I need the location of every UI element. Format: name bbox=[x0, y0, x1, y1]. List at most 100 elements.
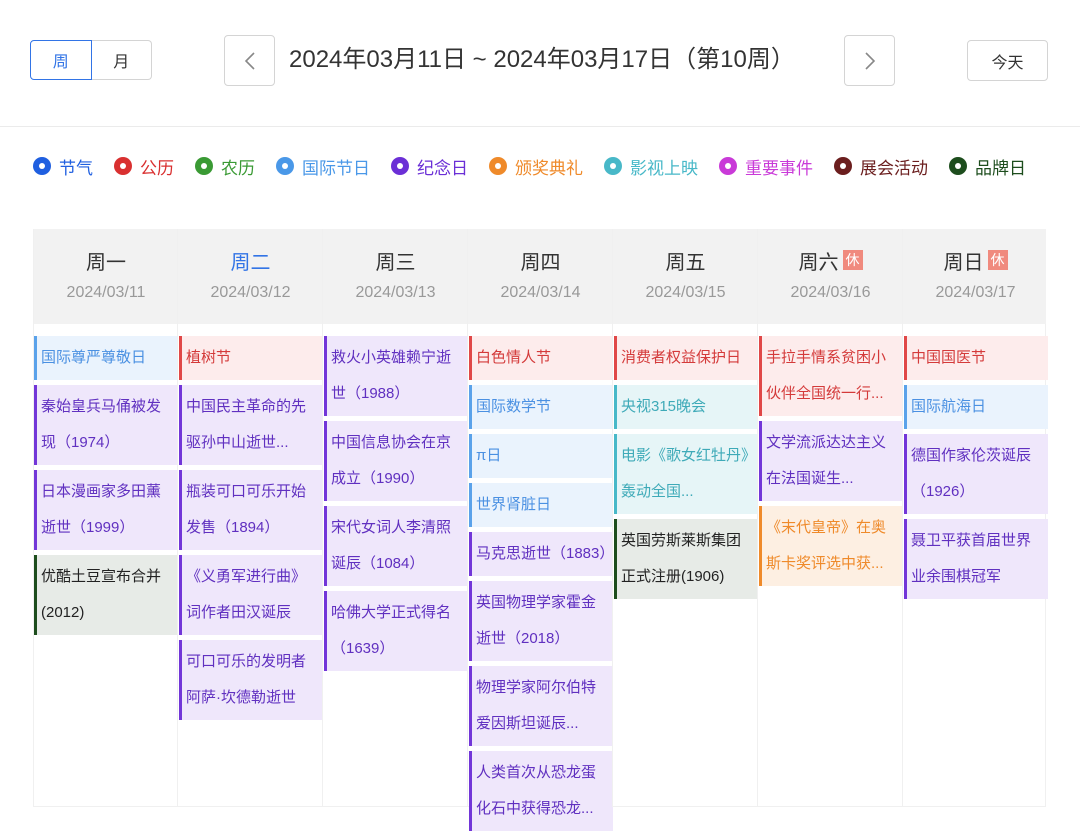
day-name-label: 周日 bbox=[943, 251, 984, 274]
calendar-event[interactable]: 中国民主革命的先驱孙中山逝世... bbox=[179, 385, 323, 465]
legend-item[interactable]: 影视上映 bbox=[604, 155, 698, 178]
calendar-event[interactable]: 聂卫平获首届世界业余围棋冠军 bbox=[904, 519, 1048, 599]
event-label: 电影《歌女红牡丹》轰动全国... bbox=[621, 447, 749, 500]
day-name: 周六休 bbox=[758, 247, 903, 274]
event-label: 聂卫平获首届世界业余围棋冠军 bbox=[911, 532, 1032, 585]
event-label: 文学流派达达主义在法国诞生... bbox=[766, 434, 887, 487]
legend-label: 节气 bbox=[59, 158, 93, 178]
day-name: 周四 bbox=[468, 247, 613, 274]
calendar-event[interactable]: 物理学家阿尔伯特爱因斯坦诞辰... bbox=[469, 666, 613, 746]
event-label: 人类首次从恐龙蛋化石中获得恐龙... bbox=[476, 764, 597, 817]
calendar-event[interactable]: 植树节 bbox=[179, 336, 323, 380]
day-name-label: 周五 bbox=[665, 251, 706, 274]
legend-item[interactable]: 国际节日 bbox=[276, 155, 370, 178]
calendar-event[interactable]: 日本漫画家多田薰逝世（1999） bbox=[34, 470, 178, 550]
event-list: 国际尊严尊敬日秦始皇兵马俑被发现（1974） 日本漫画家多田薰逝世（1999） 优酷… bbox=[34, 336, 178, 640]
event-label: 消费者权益保护日 bbox=[621, 349, 742, 366]
event-label: 手拉手情系贫困小伙伴全国统一行... bbox=[766, 349, 887, 402]
event-label: 植树节 bbox=[186, 349, 232, 366]
calendar-event[interactable]: 秦始皇兵马俑被发现（1974） bbox=[34, 385, 178, 465]
legend-item[interactable]: 纪念日 bbox=[391, 155, 468, 178]
calendar-event[interactable]: 国际数学节 bbox=[469, 385, 613, 429]
day-header: 周日休 2024/03/17 bbox=[903, 229, 1048, 324]
day-name: 周一 bbox=[34, 247, 178, 274]
day-header: 周五 2024/03/15 bbox=[613, 229, 758, 324]
chevron-right-icon bbox=[864, 51, 875, 70]
chevron-left-icon bbox=[244, 51, 255, 70]
calendar-event[interactable]: 人类首次从恐龙蛋化石中获得恐龙... bbox=[469, 751, 613, 831]
event-label: π日 bbox=[476, 447, 502, 464]
day-date: 2024/03/11 bbox=[66, 284, 146, 301]
event-label: 宋代女词人李清照诞辰（1084） bbox=[331, 519, 452, 572]
event-list: 消费者权益保护日 央视315晚会电影《歌女红牡丹》轰动全国... 英国劳斯莱斯集团正… bbox=[614, 336, 758, 604]
prev-week-button[interactable] bbox=[224, 35, 275, 86]
calendar-event[interactable]: 《末代皇帝》在奥斯卡奖评选中获... bbox=[759, 506, 903, 586]
calendar-event[interactable]: 国际尊严尊敬日 bbox=[34, 336, 178, 380]
event-label: 《末代皇帝》在奥斯卡奖评选中获... bbox=[766, 519, 887, 572]
rest-day-badge: 休 bbox=[842, 250, 863, 270]
legend-item[interactable]: 展会活动 bbox=[834, 155, 928, 178]
calendar-event[interactable]: 央视315晚会 bbox=[614, 385, 758, 429]
event-label: 《义勇军进行曲》词作者田汉诞辰 bbox=[186, 568, 307, 621]
calendar-event[interactable]: 中国信息协会在京成立（1990） bbox=[324, 421, 468, 501]
event-list: 白色情人节国际数学节 π日世界肾脏日马克思逝世（1883） 英国物理学家霍金逝世（2… bbox=[469, 336, 613, 836]
calendar-event[interactable]: 国际航海日 bbox=[904, 385, 1048, 429]
legend-label: 公历 bbox=[140, 158, 174, 178]
legend-item[interactable]: 公历 bbox=[114, 155, 174, 178]
legend-item[interactable]: 农历 bbox=[195, 155, 255, 178]
calendar-event[interactable]: 中国国医节 bbox=[904, 336, 1048, 380]
month-view-button[interactable]: 月 bbox=[91, 40, 152, 80]
rest-day-badge: 休 bbox=[987, 250, 1008, 270]
week-view-button[interactable]: 周 bbox=[30, 40, 92, 80]
calendar-event[interactable]: 英国劳斯莱斯集团正式注册(1906) bbox=[614, 519, 758, 599]
day-column: 周二 2024/03/12 植树节 中国民主革命的先驱孙中山逝世... 瓶装可口可乐开始… bbox=[177, 229, 323, 807]
legend-label: 国际节日 bbox=[302, 158, 370, 178]
calendar-event[interactable]: 救火小英雄赖宁逝世（1988） bbox=[324, 336, 468, 416]
event-label: 优酷土豆宣布合并(2012) bbox=[41, 568, 162, 621]
calendar-event[interactable]: π日 bbox=[469, 434, 613, 478]
legend-label: 品牌日 bbox=[975, 158, 1026, 178]
calendar-event[interactable]: 德国作家伦茨诞辰（1926） bbox=[904, 434, 1048, 514]
day-name-label: 周四 bbox=[520, 251, 561, 274]
calendar-event[interactable]: 可口可乐的发明者阿萨·坎德勒逝世 bbox=[179, 640, 323, 720]
day-column: 周三 2024/03/13 救火小英雄赖宁逝世（1988） 中国信息协会在京成立（19… bbox=[322, 229, 468, 807]
legend-dot-icon bbox=[489, 157, 507, 175]
day-header: 周六休 2024/03/16 bbox=[758, 229, 903, 324]
event-label: 马克思逝世（1883） bbox=[476, 545, 613, 562]
calendar-event[interactable]: 文学流派达达主义在法国诞生... bbox=[759, 421, 903, 501]
today-button[interactable]: 今天 bbox=[967, 40, 1048, 81]
legend-item[interactable]: 颁奖典礼 bbox=[489, 155, 583, 178]
calendar-event[interactable]: 哈佛大学正式得名（1639） bbox=[324, 591, 468, 671]
calendar-event[interactable]: 宋代女词人李清照诞辰（1084） bbox=[324, 506, 468, 586]
calendar-event[interactable]: 白色情人节 bbox=[469, 336, 613, 380]
legend-item[interactable]: 重要事件 bbox=[719, 155, 813, 178]
day-date: 2024/03/12 bbox=[210, 284, 291, 301]
event-label: 瓶装可口可乐开始发售（1894） bbox=[186, 483, 307, 536]
calendar-event[interactable]: 英国物理学家霍金逝世（2018） bbox=[469, 581, 613, 661]
calendar-event[interactable]: 世界肾脏日 bbox=[469, 483, 613, 527]
next-week-button[interactable] bbox=[844, 35, 895, 86]
event-label: 哈佛大学正式得名（1639） bbox=[331, 604, 452, 657]
event-label: 世界肾脏日 bbox=[476, 496, 552, 513]
event-label: 德国作家伦茨诞辰（1926） bbox=[911, 447, 1032, 500]
legend-label: 重要事件 bbox=[745, 158, 813, 178]
calendar-event[interactable]: 电影《歌女红牡丹》轰动全国... bbox=[614, 434, 758, 514]
event-label: 英国物理学家霍金逝世（2018） bbox=[476, 594, 597, 647]
legend-item[interactable]: 品牌日 bbox=[949, 155, 1026, 178]
calendar-event[interactable]: 《义勇军进行曲》词作者田汉诞辰 bbox=[179, 555, 323, 635]
legend-dot-icon bbox=[834, 157, 852, 175]
calendar-event[interactable]: 优酷土豆宣布合并(2012) bbox=[34, 555, 178, 635]
calendar-event[interactable]: 瓶装可口可乐开始发售（1894） bbox=[179, 470, 323, 550]
calendar-event[interactable]: 马克思逝世（1883） bbox=[469, 532, 613, 576]
event-label: 日本漫画家多田薰逝世（1999） bbox=[41, 483, 162, 536]
day-column: 周日休 2024/03/17 中国国医节国际航海日德国作家伦茨诞辰（1926） 聂卫平… bbox=[902, 229, 1048, 807]
legend-item[interactable]: 节气 bbox=[33, 155, 93, 178]
event-label: 中国民主革命的先驱孙中山逝世... bbox=[186, 398, 307, 451]
day-column: 周六休 2024/03/16 手拉手情系贫困小伙伴全国统一行... 文学流派达达主义在… bbox=[757, 229, 903, 807]
legend-dot-icon bbox=[949, 157, 967, 175]
event-label: 秦始皇兵马俑被发现（1974） bbox=[41, 398, 162, 451]
legend-dot-icon bbox=[276, 157, 294, 175]
calendar-event[interactable]: 手拉手情系贫困小伙伴全国统一行... bbox=[759, 336, 903, 416]
event-label: 央视315晚会 bbox=[621, 398, 707, 415]
calendar-event[interactable]: 消费者权益保护日 bbox=[614, 336, 758, 380]
